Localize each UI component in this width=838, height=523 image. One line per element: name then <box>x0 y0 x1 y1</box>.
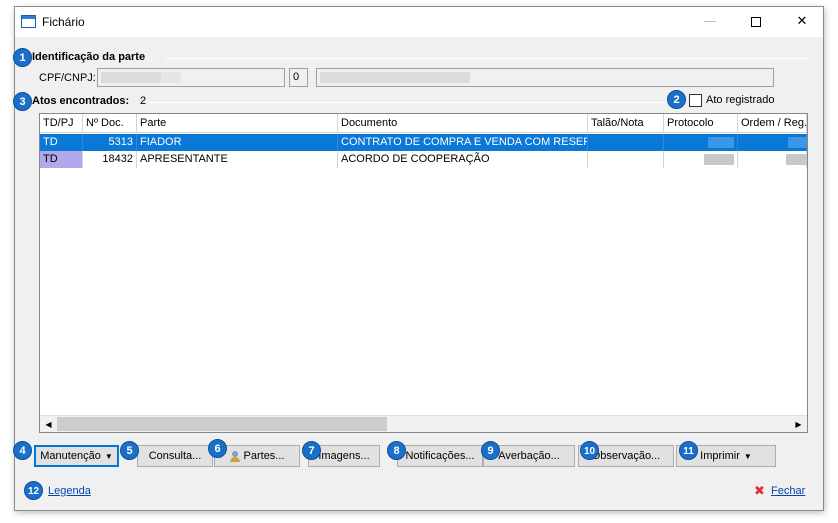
col-num-doc[interactable]: Nº Doc. <box>83 114 137 133</box>
table-header: TD/PJ Nº Doc. Parte Documento Talão/Nota… <box>40 114 807 133</box>
window-title: Fichário <box>42 15 85 29</box>
atos-table: TD/PJ Nº Doc. Parte Documento Talão/Nota… <box>39 113 808 433</box>
callout-badge-11: 11 <box>679 441 698 460</box>
ato-registrado-label: Ato registrado <box>706 94 775 106</box>
cell-parte: APRESENTANTE <box>137 151 338 168</box>
cell-talao <box>588 151 664 168</box>
cell-num-doc: 18432 <box>83 151 137 168</box>
fechar-link[interactable]: Fechar <box>771 485 805 497</box>
cell-documento: CONTRATO DE COMPRA E VENDA COM RESERVA <box>338 134 588 151</box>
identificacao-divider <box>165 58 808 59</box>
col-parte[interactable]: Parte <box>137 114 338 133</box>
close-icon: ✖ <box>754 483 765 498</box>
person-icon <box>229 450 240 462</box>
callout-badge-4: 4 <box>13 441 32 460</box>
notificacoes-button[interactable]: Notificações... <box>397 445 483 467</box>
callout-badge-6: 6 <box>208 439 227 458</box>
callout-badge-10: 10 <box>580 441 599 460</box>
cpf-label: CPF/CNPJ: <box>39 72 96 84</box>
maximize-icon <box>751 16 761 27</box>
window-app-icon <box>21 15 36 28</box>
title-bar: Fichário — ✕ <box>15 7 823 37</box>
col-protocolo[interactable]: Protocolo <box>664 114 738 133</box>
cell-tdpj: TD <box>40 134 83 151</box>
maximize-button[interactable] <box>733 7 779 37</box>
callout-badge-2: 2 <box>667 90 686 109</box>
partes-label: Partes... <box>243 450 285 462</box>
cell-talao <box>588 134 664 151</box>
redacted-ordem <box>788 137 807 148</box>
callout-badge-3: 3 <box>13 92 32 111</box>
identificacao-section-title: Identificação da parte <box>32 51 146 63</box>
col-documento[interactable]: Documento <box>338 114 588 133</box>
redacted-protocolo <box>708 137 734 148</box>
scroll-thumb[interactable] <box>57 417 387 431</box>
callout-badge-1: 1 <box>13 48 32 67</box>
redacted-cpf-2 <box>161 72 181 83</box>
minimize-button[interactable]: — <box>687 7 733 37</box>
legenda-link[interactable]: Legenda <box>48 485 91 497</box>
cell-num-doc: 5313 <box>83 134 137 151</box>
code-input[interactable]: 0 <box>289 68 308 87</box>
redacted-cpf <box>101 72 161 83</box>
callout-badge-7: 7 <box>302 441 321 460</box>
table-row[interactable]: TD 5313 FIADOR CONTRATO DE COMPRA E VEND… <box>40 134 807 151</box>
table-row[interactable]: TD 18432 APRESENTANTE ACORDO DE COOPERAÇ… <box>40 151 807 168</box>
scroll-left-icon[interactable]: ◀ <box>40 416 57 433</box>
redacted-ordem <box>786 154 807 165</box>
cell-documento: ACORDO DE COOPERAÇÃO <box>338 151 588 168</box>
dropdown-icon: ▼ <box>743 452 752 461</box>
manutencao-button[interactable]: Manutenção ▼ <box>34 445 119 467</box>
atos-count: 2 <box>140 95 147 107</box>
ato-registrado-checkbox[interactable] <box>689 94 702 107</box>
callout-badge-12: 12 <box>24 481 43 500</box>
callout-badge-9: 9 <box>481 441 500 460</box>
atos-encontrados-label: Atos encontrados: <box>32 95 130 107</box>
redacted-name <box>320 72 470 83</box>
scroll-right-icon[interactable]: ▶ <box>790 416 807 433</box>
col-talao[interactable]: Talão/Nota <box>588 114 664 133</box>
callout-badge-5: 5 <box>120 441 139 460</box>
consulta-button[interactable]: Consulta... <box>137 445 213 467</box>
cell-parte: FIADOR <box>137 134 338 151</box>
fichario-window: Fichário — ✕ Identificação da parte CPF/… <box>14 6 824 511</box>
col-ordem-reg[interactable]: Ordem / Reg. <box>738 114 807 133</box>
close-window-button[interactable]: ✕ <box>779 7 825 37</box>
manutencao-label: Manutenção <box>40 450 101 462</box>
col-tdpj[interactable]: TD/PJ <box>40 114 83 133</box>
atos-divider <box>149 102 674 103</box>
callout-badge-8: 8 <box>387 441 406 460</box>
cell-tdpj: TD <box>40 151 83 168</box>
imprimir-label: Imprimir <box>700 450 740 462</box>
horizontal-scrollbar[interactable]: ◀ ▶ <box>40 415 807 432</box>
dropdown-icon: ▼ <box>104 452 113 461</box>
redacted-protocolo <box>704 154 734 165</box>
